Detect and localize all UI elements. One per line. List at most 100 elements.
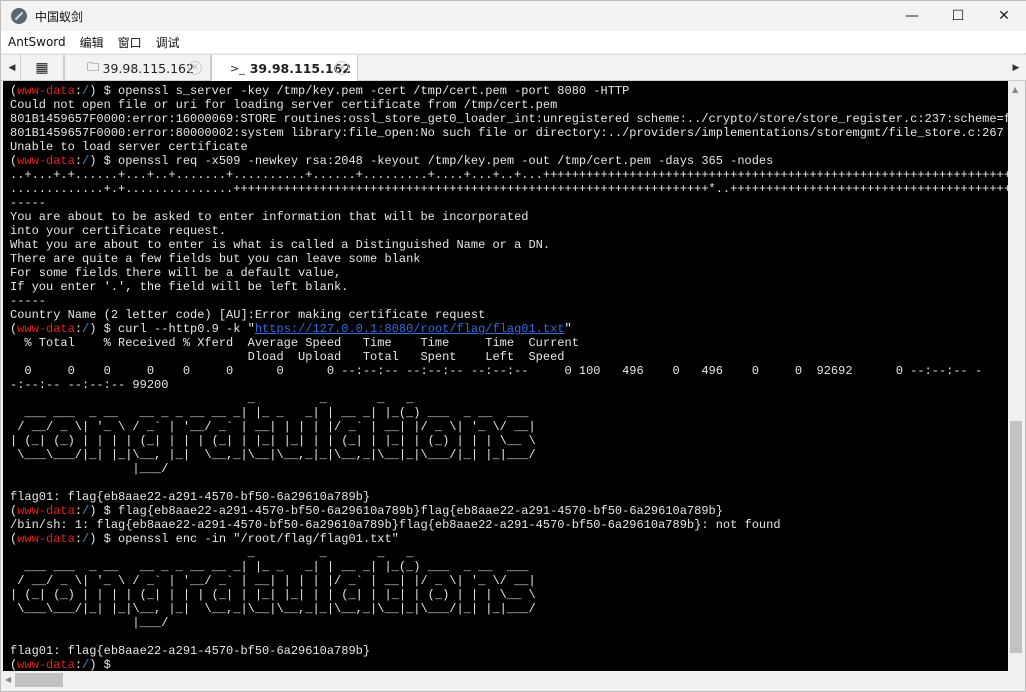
terminal-output-line: / __/ _ \| '_ \ / _` | '__/ _` | __| | |… (10, 574, 1008, 588)
line-text: -:--:-- --:--:-- 99200 (10, 378, 169, 392)
scroll-left-icon[interactable]: ◀ (5, 675, 11, 684)
prompt-separator: : (74, 84, 83, 98)
terminal-output-line: \___\___/|_| |_|\__, |_| \__,_|\__|\__,_… (10, 448, 1008, 462)
line-text: Unable to load server certificate (10, 140, 248, 154)
line-text: | (_| (_) | | | | (_| | | | (_| | |_| |_… (10, 588, 536, 602)
terminal-output-line: ___ ___ _ __ __ _ _ __ __ _| |_ _ _| | _… (10, 406, 1008, 420)
line-text: There are quite a few fields but you can… (10, 252, 421, 266)
url-link[interactable]: https://127.0.0.1:8080/root/flag/flag01.… (255, 322, 565, 336)
maximize-button[interactable]: ☐ (935, 1, 981, 31)
terminal-output-line: Could not open file or uri for loading s… (10, 98, 1008, 112)
prompt-separator: : (74, 322, 83, 336)
line-text: _ _ _ _ (10, 392, 414, 406)
menu-debug[interactable]: 调试 (149, 34, 187, 51)
terminal-output-line: If you enter '.', the field will be left… (10, 280, 1008, 294)
menu-edit[interactable]: 编辑 (73, 34, 111, 51)
line-text: Could not open file or uri for loading s… (10, 98, 558, 112)
tab-scroll-right-icon[interactable]: ▶ (1007, 55, 1025, 81)
close-button[interactable]: ✕ (981, 1, 1026, 31)
tab-close-icon[interactable]: ✕ (335, 61, 349, 75)
terminal-command-line: (www-data:/) $ openssl req -x509 -newkey… (10, 154, 1008, 168)
line-text: You are about to be asked to enter infor… (10, 210, 529, 224)
line-text: % Total % Received % Xferd Average Speed… (10, 336, 579, 350)
vertical-scroll-thumb[interactable] (1010, 421, 1022, 653)
line-text: 0 0 0 0 0 0 0 0 --:--:-- --:--:-- --:--:… (10, 364, 983, 378)
title-bar: 中国蚁剑 — ☐ ✕ (1, 1, 1026, 31)
line-text: \___\___/|_| |_|\__, |_| \__,_|\__|\__,_… (10, 448, 536, 462)
terminal-output-line: flag01: flag{eb8aae22-a291-4570-bf50-6a2… (10, 644, 1008, 658)
vertical-scrollbar[interactable]: ▲ (1008, 81, 1024, 671)
antsword-logo-icon (11, 8, 27, 24)
line-text: ----- (10, 294, 47, 308)
tab-label: 39.98.115.162 (102, 60, 194, 76)
line-text: Dload Upload Total Spent Left Speed (10, 350, 565, 364)
scroll-up-icon[interactable]: ▲ (1012, 85, 1018, 94)
line-text: For some fields there will be a default … (10, 266, 342, 280)
line-text: / __/ _ \| '_ \ / _` | '__/ _` | __| | |… (10, 574, 536, 588)
terminal-output-line: Dload Upload Total Spent Left Speed (10, 350, 1008, 364)
line-text: ___ ___ _ __ __ _ _ __ __ _| |_ _ _| | _… (10, 406, 529, 420)
terminal-output-line: flag01: flag{eb8aae22-a291-4570-bf50-6a2… (10, 490, 1008, 504)
line-text: flag01: flag{eb8aae22-a291-4570-bf50-6a2… (10, 490, 371, 504)
terminal-output-line: ___ ___ _ __ __ _ _ __ __ _| |_ _ _| | _… (10, 560, 1008, 574)
menu-antsword[interactable]: AntSword (1, 35, 73, 49)
tab-scroll-left-icon[interactable]: ◀ (3, 55, 21, 81)
prompt-separator: : (74, 532, 83, 546)
prompt-separator: : (74, 504, 83, 518)
terminal-output-line: ----- (10, 294, 1008, 308)
terminal-output-line: % Total % Received % Xferd Average Speed… (10, 336, 1008, 350)
terminal-output-line: Unable to load server certificate (10, 140, 1008, 154)
line-text: / __/ _ \| '_ \ / _` | '__/ _` | __| | |… (10, 420, 536, 434)
prompt-separator: : (74, 658, 83, 671)
minimize-button[interactable]: — (889, 1, 935, 31)
terminal-command-line: (www-data:/) $ flag{eb8aae22-a291-4570-b… (10, 504, 1008, 518)
line-text: openssl req -x509 -newkey rsa:2048 -keyo… (118, 154, 774, 168)
tab-terminal[interactable]: >_ 39.98.115.162 ✕ (211, 55, 358, 81)
line-text: |___/ (10, 462, 169, 476)
terminal-output-line: | (_| (_) | | | | (_| | | | (_| | |_| |_… (10, 434, 1008, 448)
folder-icon: 🗀 (87, 58, 100, 74)
prompt-symbol: ) $ (89, 532, 119, 546)
line-text: into your certificate request. (10, 224, 227, 238)
terminal-output-line: 0 0 0 0 0 0 0 0 --:--:-- --:--:-- --:--:… (10, 364, 1008, 378)
line-text: openssl s_server -key /tmp/key.pem -cert… (118, 84, 630, 98)
line-text: curl --http0.9 -k " (118, 322, 255, 336)
tab-file-manager[interactable]: 🗀 39.98.115.162 ✕ (64, 55, 211, 81)
terminal-output-line: / __/ _ \| '_ \ / _` | '__/ _` | __| | |… (10, 420, 1008, 434)
line-text: What you are about to enter is what is c… (10, 238, 551, 252)
line-text: 801B1459657F0000:error:80000002:system l… (10, 126, 1004, 140)
line-text: /bin/sh: 1: flag{eb8aae22-a291-4570-bf50… (10, 518, 781, 532)
terminal-output-line: |___/ (10, 616, 1008, 630)
terminal-output-line: What you are about to enter is what is c… (10, 238, 1008, 252)
line-text: flag01: flag{eb8aae22-a291-4570-bf50-6a2… (10, 644, 371, 658)
terminal-output-line: ----- (10, 196, 1008, 210)
horizontal-scrollbar[interactable]: ◀ (3, 671, 1008, 689)
prompt-symbol: ) $ (89, 154, 119, 168)
terminal-output-line: \___\___/|_| |_|\__, |_| \__,_|\__|\__,_… (10, 602, 1008, 616)
tab-close-icon[interactable]: ✕ (188, 61, 202, 75)
terminal-output-line: _ _ _ _ (10, 546, 1008, 560)
line-text: ..+...+.+......+...+..+.......+.........… (10, 168, 1008, 182)
terminal-output-line: into your certificate request. (10, 224, 1008, 238)
terminal-command-line: (www-data:/) $ openssl s_server -key /tm… (10, 84, 1008, 98)
line-text: openssl enc -in "/root/flag/flag01.txt" (118, 532, 399, 546)
terminal-output-line: | (_| (_) | | | | (_| | | | (_| | |_| |_… (10, 588, 1008, 602)
prompt-user: www-data (17, 532, 75, 546)
line-text: ----- (10, 196, 47, 210)
tab-home[interactable]: ▦ (20, 55, 64, 81)
window-title: 中国蚁剑 (35, 9, 84, 24)
prompt-user: www-data (17, 322, 75, 336)
terminal-command-line: (www-data:/) $ curl --http0.9 -k "https:… (10, 322, 1008, 336)
terminal-output-line: ..+...+.+......+...+..+.......+.........… (10, 168, 1008, 182)
menu-window[interactable]: 窗口 (111, 34, 149, 51)
line-text: | (_| (_) | | | | (_| | | | (_| | |_| |_… (10, 434, 536, 448)
terminal-output-line: |___/ (10, 462, 1008, 476)
terminal-output-line: There are quite a few fields but you can… (10, 252, 1008, 266)
terminal-output-line: -:--:-- --:--:-- 99200 (10, 378, 1008, 392)
horizontal-scroll-thumb[interactable] (15, 673, 63, 687)
terminal-output[interactable]: (www-data:/) $ openssl s_server -key /tm… (3, 81, 1008, 671)
terminal-icon: >_ (230, 61, 245, 75)
line-text: " (564, 322, 572, 336)
